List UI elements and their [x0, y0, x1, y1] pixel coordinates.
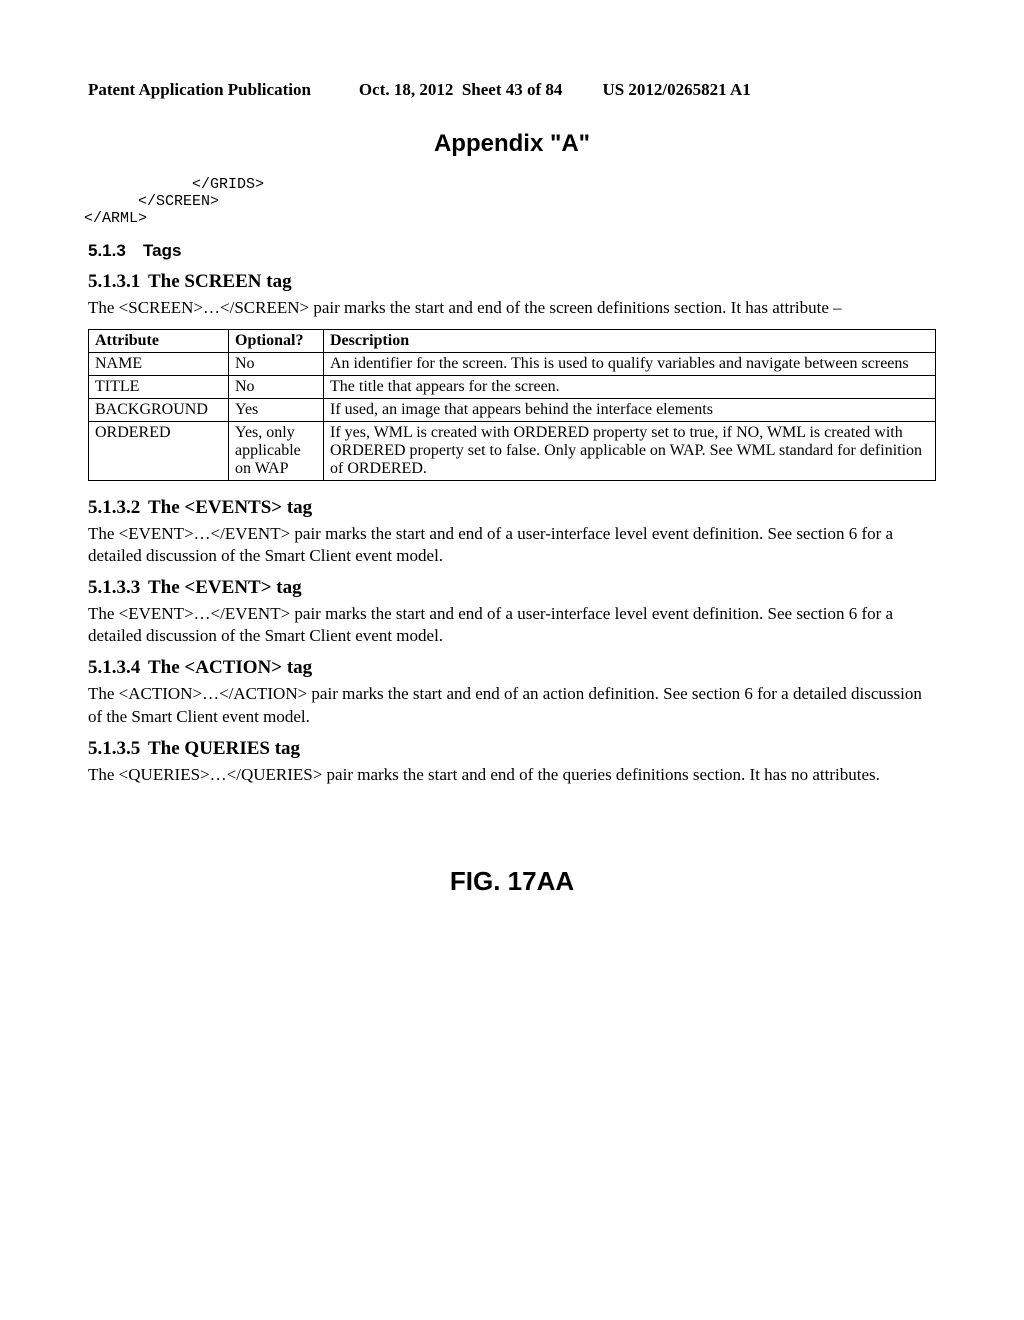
appendix-title: Appendix "A"	[88, 130, 936, 158]
section-heading: 5.1.3.4The <ACTION> tag	[88, 657, 936, 679]
table-row: NAME No An identifier for the screen. Th…	[89, 353, 936, 376]
table-cell: No	[229, 353, 324, 376]
section-number: 5.1.3	[88, 241, 143, 261]
header-right: US 2012/0265821 A1	[602, 80, 750, 100]
table-header-cell: Description	[324, 330, 936, 353]
section-number: 5.1.3.5	[88, 738, 148, 760]
table-cell: NAME	[89, 353, 229, 376]
section-body: The <EVENT>…</EVENT> pair marks the star…	[88, 603, 936, 647]
table-header-cell: Attribute	[89, 330, 229, 353]
section-heading: 5.1.3.2The <EVENTS> tag	[88, 497, 936, 519]
section-tags-heading: 5.1.3Tags	[88, 241, 936, 261]
section-heading: 5.1.3.1The SCREEN tag	[88, 271, 936, 293]
section-body: The <QUERIES>…</QUERIES> pair marks the …	[88, 764, 936, 786]
table-row: ORDERED Yes, only applicable on WAP If y…	[89, 422, 936, 481]
code-block: </GRIDS> </SCREEN> </ARML>	[84, 176, 936, 227]
section-title: The <EVENT> tag	[148, 577, 302, 598]
table-cell: Yes, only applicable on WAP	[229, 422, 324, 481]
section-number: 5.1.3.2	[88, 497, 148, 519]
table-header-cell: Optional?	[229, 330, 324, 353]
section-body: The <SCREEN>…</SCREEN> pair marks the st…	[88, 297, 936, 319]
table-cell: The title that appears for the screen.	[324, 376, 936, 399]
section-title: The SCREEN tag	[148, 271, 292, 292]
section-heading: 5.1.3.3The <EVENT> tag	[88, 577, 936, 599]
section-number: 5.1.3.4	[88, 657, 148, 679]
page-header: Patent Application Publication Oct. 18, …	[88, 80, 936, 100]
table-cell: If yes, WML is created with ORDERED prop…	[324, 422, 936, 481]
table-cell: TITLE	[89, 376, 229, 399]
table-cell: No	[229, 376, 324, 399]
section-body: The <ACTION>…</ACTION> pair marks the st…	[88, 683, 936, 727]
section-title: Tags	[143, 241, 181, 260]
table-cell: Yes	[229, 399, 324, 422]
table-cell: BACKGROUND	[89, 399, 229, 422]
section-number: 5.1.3.1	[88, 271, 148, 293]
section-title: The <EVENTS> tag	[148, 497, 312, 518]
section-title: The QUERIES tag	[148, 738, 300, 759]
page-content: Patent Application Publication Oct. 18, …	[0, 0, 1024, 937]
table-cell: An identifier for the screen. This is us…	[324, 353, 936, 376]
section-title: The <ACTION> tag	[148, 657, 312, 678]
table-header-row: Attribute Optional? Description	[89, 330, 936, 353]
table-cell: If used, an image that appears behind th…	[324, 399, 936, 422]
table-row: BACKGROUND Yes If used, an image that ap…	[89, 399, 936, 422]
section-body: The <EVENT>…</EVENT> pair marks the star…	[88, 523, 936, 567]
header-center: Oct. 18, 2012 Sheet 43 of 84	[359, 80, 563, 100]
section-heading: 5.1.3.5The QUERIES tag	[88, 738, 936, 760]
section-number: 5.1.3.3	[88, 577, 148, 599]
table-row: TITLE No The title that appears for the …	[89, 376, 936, 399]
attribute-table: Attribute Optional? Description NAME No …	[88, 329, 936, 481]
header-left: Patent Application Publication	[88, 80, 311, 100]
figure-label: FIG. 17AA	[88, 866, 936, 897]
table-cell: ORDERED	[89, 422, 229, 481]
